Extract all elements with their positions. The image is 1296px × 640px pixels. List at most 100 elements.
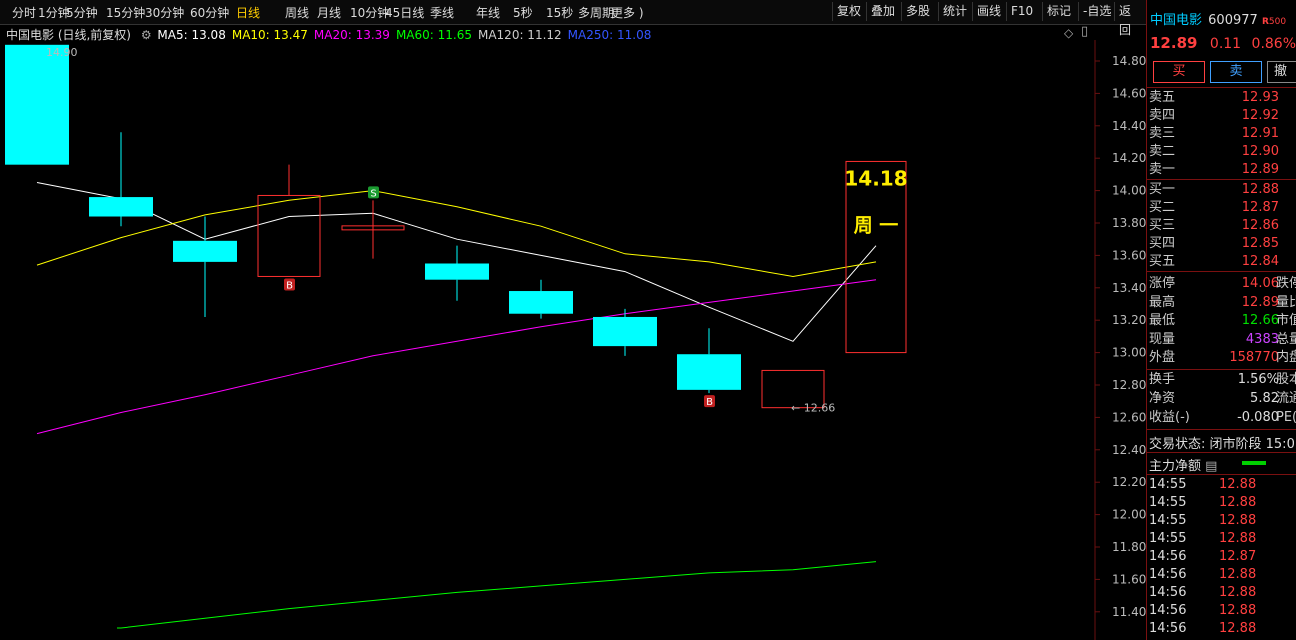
separator <box>1147 87 1296 88</box>
candle-body <box>89 197 153 217</box>
stat-row[interactable]: 最低 12.66 市值 <box>1149 312 1296 330</box>
sell-button[interactable]: 卖 <box>1210 61 1262 83</box>
period-tab[interactable]: 60分钟 <box>190 4 229 21</box>
row-value: 1.56% <box>1237 372 1279 387</box>
r-value: 500 <box>1268 17 1287 27</box>
row-value: 12.90 <box>1241 144 1279 159</box>
row-extra-label: 跌停 <box>1276 276 1296 291</box>
tick-time: 14:56 <box>1149 585 1187 600</box>
toolbar-button[interactable]: 复权 <box>832 2 865 21</box>
tick-time: 14:55 <box>1149 495 1187 510</box>
main-flow-label: 主力净额 <box>1149 459 1202 474</box>
row-label: 卖二 <box>1149 144 1176 159</box>
candle-body <box>593 316 657 347</box>
period-tab[interactable]: 多周期 <box>578 4 614 21</box>
toolbar-button[interactable]: 标记 <box>1042 2 1075 21</box>
period-tab[interactable]: 5分钟 <box>66 4 98 21</box>
period-tab[interactable]: 5秒 <box>513 4 533 21</box>
period-toolbar: 分时 1分钟 5分钟 15分钟 30分钟 60分钟 日线 周线 月线 10分钟 45日线 季线 年线 5秒… <box>0 0 1146 37</box>
period-tab[interactable]: 更多 ) <box>611 4 644 21</box>
row-extra-label: 总量 <box>1276 331 1296 347</box>
y-tick-label: 11.60 <box>1112 572 1146 586</box>
row-extra-label: 内盘 <box>1276 350 1296 365</box>
toolbar-button[interactable]: F10 <box>1006 2 1037 21</box>
list-icon[interactable]: ▤ <box>1205 459 1217 474</box>
candle-body <box>677 354 741 390</box>
stock-code: 600977 <box>1208 13 1258 28</box>
toolbar-button[interactable]: 叠加 <box>866 2 899 21</box>
price-line: 12.89 0.11 0.86% <box>1150 34 1296 52</box>
stat-row[interactable]: 涨停 14.06 跌停 <box>1149 275 1296 293</box>
tick-row: 14:55 12.88 <box>1149 494 1296 512</box>
row-label: 卖四 <box>1149 108 1176 123</box>
row-value: 12.86 <box>1241 218 1279 233</box>
period-tab[interactable]: 15分钟 <box>106 4 145 21</box>
row-value: 12.92 <box>1241 108 1279 123</box>
y-tick-label: 12.40 <box>1112 443 1146 457</box>
row-label: 卖五 <box>1149 90 1176 105</box>
main-flow-row[interactable]: 主力净额 ▤ <box>1149 455 1217 474</box>
ask-row[interactable]: 卖一 12.89 <box>1149 161 1296 179</box>
tick-price: 12.88 <box>1219 531 1257 546</box>
bid-row[interactable]: 买五 12.84 <box>1149 253 1296 271</box>
quote-panel: 中国电影 600977 R500 12.89 0.11 0.86% 买 卖 撤 … <box>1147 0 1296 640</box>
toolbar-button[interactable]: 统计 <box>938 2 971 21</box>
ask-row[interactable]: 卖五 12.93 <box>1149 89 1296 107</box>
separator <box>1147 271 1296 272</box>
row-extra-label: 市值 <box>1276 313 1296 328</box>
cancel-order-button[interactable]: 撤 <box>1267 61 1296 83</box>
row-value: 4383 <box>1245 331 1279 347</box>
diamond-icon[interactable]: ◇ <box>1064 26 1073 40</box>
stat-row[interactable]: 外盘 158770 内盘 <box>1149 349 1296 367</box>
y-tick-label: 14.80 <box>1112 54 1146 68</box>
row-label: 最高 <box>1149 294 1176 310</box>
window-icon[interactable]: ▯ <box>1081 24 1088 39</box>
row-label: 卖三 <box>1149 126 1176 141</box>
stat-row[interactable]: 收益(-) -0.080PE(动 <box>1149 409 1296 427</box>
period-tab[interactable]: 45日线 <box>385 4 424 21</box>
ask-row[interactable]: 卖二 12.90 <box>1149 143 1296 161</box>
period-tab[interactable]: 1分钟 <box>38 4 70 21</box>
y-tick-label: 12.80 <box>1112 378 1146 392</box>
forecast-day: 周 一 <box>854 214 899 236</box>
period-tab[interactable]: 30分钟 <box>145 4 184 21</box>
buy-button[interactable]: 买 <box>1153 61 1205 83</box>
ask-row[interactable]: 卖三 12.91 <box>1149 125 1296 143</box>
period-tab[interactable]: 10分钟 <box>350 4 389 21</box>
period-tab[interactable]: 年线 <box>476 4 500 21</box>
y-tick-label: 12.00 <box>1112 508 1146 522</box>
ma60-line <box>117 561 877 629</box>
stat-row[interactable]: 最高 12.89 量比 <box>1149 294 1296 312</box>
toolbar-button[interactable]: 画线 <box>972 2 1005 21</box>
row-value: 12.89 <box>1241 162 1279 177</box>
bid-row[interactable]: 买三 12.86 <box>1149 217 1296 235</box>
tick-row: 14:56 12.88 <box>1149 566 1296 584</box>
stat-row[interactable]: 现量 4383 总量 <box>1149 331 1296 349</box>
toolbar-button[interactable]: -自选 <box>1078 2 1115 21</box>
bid-row[interactable]: 买二 12.87 <box>1149 199 1296 217</box>
tick-time: 14:55 <box>1149 513 1187 528</box>
row-value: 158770 <box>1229 350 1279 365</box>
high-price-label: 14.90 <box>46 46 78 59</box>
period-tab[interactable]: 月线 <box>317 4 341 21</box>
bid-row[interactable]: 买四 12.85 <box>1149 235 1296 253</box>
bid-row[interactable]: 买一 12.88 <box>1149 181 1296 199</box>
toolbar-button[interactable]: 多股 <box>901 2 934 21</box>
ma20-line <box>36 279 877 435</box>
ask-row[interactable]: 卖四 12.92 <box>1149 107 1296 125</box>
tick-row: 14:55 12.88 <box>1149 512 1296 530</box>
r-label: R <box>1261 17 1269 27</box>
period-tab[interactable]: 日线 <box>236 4 260 21</box>
period-tab[interactable]: 15秒 <box>546 4 573 21</box>
tick-row: 14:56 12.88 <box>1149 602 1296 620</box>
tick-price: 12.87 <box>1219 549 1257 564</box>
period-tab[interactable]: 季线 <box>430 4 454 21</box>
kline-chart[interactable]: 14.80 14.60 14.40 14.20 14.00 13.80 13.60 13.40… <box>0 40 1146 640</box>
tick-time: 14:56 <box>1149 567 1187 582</box>
stat-row[interactable]: 换手 1.56% 股本 <box>1149 371 1296 389</box>
stat-row[interactable]: 净资 5.82 流通 <box>1149 390 1296 408</box>
toolbar-button[interactable]: 返回 <box>1114 2 1146 37</box>
row-value: 12.91 <box>1241 126 1279 141</box>
period-tab[interactable]: 分时 <box>12 4 36 21</box>
period-tab[interactable]: 周线 <box>285 4 309 21</box>
